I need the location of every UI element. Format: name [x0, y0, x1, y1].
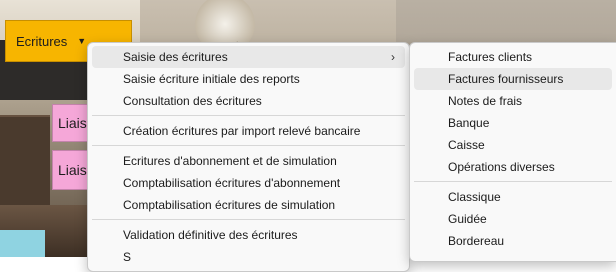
- ecritures-label: Ecritures: [16, 33, 68, 49]
- dropdown-arrow-icon: ▼: [77, 36, 87, 46]
- menu-item-comptabilisation-abonnement[interactable]: Comptabilisation écritures d'abonnement: [92, 172, 405, 194]
- saisie-submenu: Factures clients Factures fournisseurs N…: [409, 42, 616, 262]
- submenu-item-label: Classique: [448, 190, 501, 204]
- submenu-item-guidee[interactable]: Guidée: [414, 208, 612, 230]
- menu-item-label: Consultation des écritures: [123, 94, 262, 108]
- tile-label: Liais: [58, 115, 87, 131]
- background-teal-block: [0, 230, 45, 257]
- menu-item-consultation-ecritures[interactable]: Consultation des écritures: [92, 90, 405, 112]
- menu-item-label: Validation définitive des écritures: [123, 228, 298, 242]
- menu-item-saisie-initiale-reports[interactable]: Saisie écriture initiale des reports: [92, 68, 405, 90]
- menu-item-label: Comptabilisation écritures de simulation: [123, 198, 336, 212]
- tile-label: Liais: [58, 162, 87, 178]
- menu-item-partial[interactable]: S: [92, 246, 405, 268]
- menu-item-label: Création écritures par import relevé ban…: [123, 124, 361, 138]
- menu-separator: [92, 219, 405, 220]
- menu-item-label: Saisie des écritures: [123, 50, 228, 64]
- submenu-item-label: Factures clients: [448, 50, 533, 64]
- menu-item-label: Ecritures d'abonnement et de simulation: [123, 154, 337, 168]
- submenu-separator: [414, 181, 612, 182]
- menu-item-import-releve-bancaire[interactable]: Création écritures par import relevé ban…: [92, 120, 405, 142]
- menu-item-comptabilisation-simulation[interactable]: Comptabilisation écritures de simulation: [92, 194, 405, 216]
- submenu-item-caisse[interactable]: Caisse: [414, 134, 612, 156]
- ecritures-dropdown-menu: Saisie des écritures › Saisie écriture i…: [87, 42, 410, 272]
- submenu-item-label: Factures fournisseurs: [448, 72, 564, 86]
- submenu-item-banque[interactable]: Banque: [414, 112, 612, 134]
- menu-item-label: Comptabilisation écritures d'abonnement: [123, 176, 341, 190]
- submenu-item-factures-fournisseurs[interactable]: Factures fournisseurs: [414, 68, 612, 90]
- menu-item-saisie-ecritures[interactable]: Saisie des écritures ›: [92, 46, 405, 68]
- background-drawer: [0, 115, 50, 207]
- submenu-item-label: Caisse: [448, 138, 485, 152]
- menu-item-label: S: [123, 250, 132, 264]
- submenu-item-label: Bordereau: [448, 234, 505, 248]
- chevron-right-icon: ›: [391, 50, 395, 64]
- submenu-item-label: Opérations diverses: [448, 160, 555, 174]
- submenu-item-operations-diverses[interactable]: Opérations diverses: [414, 156, 612, 178]
- submenu-item-classique[interactable]: Classique: [414, 186, 612, 208]
- submenu-item-label: Notes de frais: [448, 94, 523, 108]
- menu-item-label: Saisie écriture initiale des reports: [123, 72, 300, 86]
- submenu-item-label: Banque: [448, 116, 490, 130]
- menu-separator: [92, 145, 405, 146]
- menu-item-validation-definitive[interactable]: Validation définitive des écritures: [92, 224, 405, 246]
- menu-separator: [92, 115, 405, 116]
- menu-item-ecritures-abonnement-simulation[interactable]: Ecritures d'abonnement et de simulation: [92, 150, 405, 172]
- submenu-item-bordereau[interactable]: Bordereau: [414, 230, 612, 252]
- submenu-item-factures-clients[interactable]: Factures clients: [414, 46, 612, 68]
- submenu-item-label: Guidée: [448, 212, 487, 226]
- submenu-item-notes-de-frais[interactable]: Notes de frais: [414, 90, 612, 112]
